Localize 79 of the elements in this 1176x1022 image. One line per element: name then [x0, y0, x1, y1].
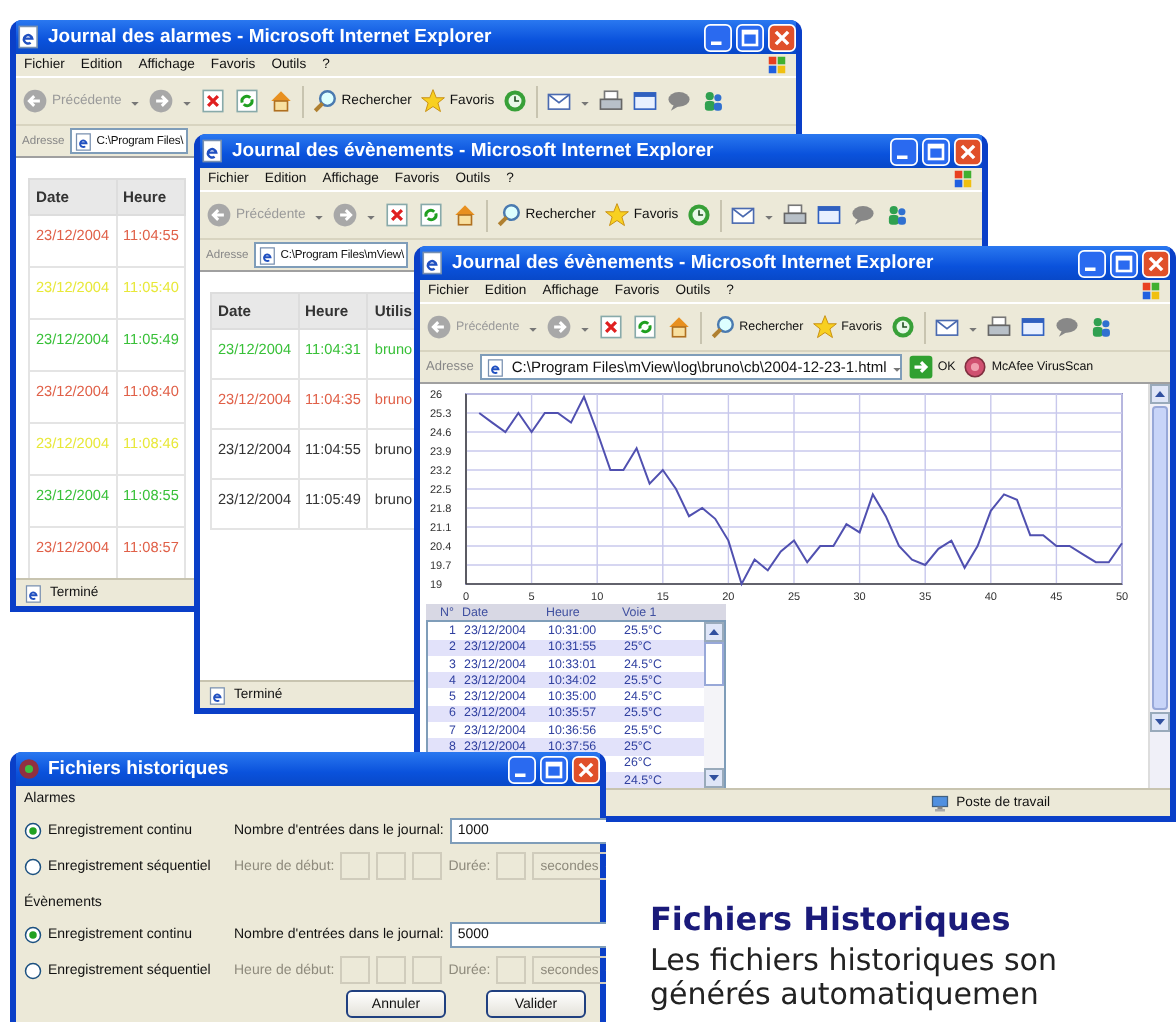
maximize-button[interactable] — [1110, 249, 1138, 277]
window-title: Journal des évènements - Microsoft Internet Explorer — [232, 140, 716, 162]
print-button[interactable] — [782, 202, 809, 228]
history-button[interactable] — [686, 202, 713, 228]
close-button[interactable] — [768, 23, 796, 51]
page-icon — [24, 583, 44, 603]
minimize-button[interactable] — [890, 137, 918, 165]
home-button[interactable] — [267, 88, 294, 114]
forward-button[interactable] — [331, 202, 358, 228]
search-icon — [311, 88, 338, 114]
page-icon — [420, 250, 446, 276]
window-title: Journal des alarmes - Microsoft Internet Explorer — [48, 26, 494, 48]
discuss-button[interactable] — [850, 202, 877, 228]
maximize-button[interactable] — [922, 137, 950, 165]
page-icon — [258, 245, 279, 265]
scroll-thumb[interactable] — [1152, 406, 1168, 710]
edit-button[interactable] — [1019, 314, 1046, 340]
scroll-bar[interactable] — [1148, 384, 1170, 788]
home-button[interactable] — [665, 314, 692, 340]
window-title: Fichiers historiques — [48, 758, 231, 780]
body-text: Les fichiers historiques son générés automatiquemen — [650, 944, 1059, 1012]
star-icon — [419, 88, 446, 114]
app-icon — [16, 756, 42, 782]
history-button[interactable] — [889, 314, 916, 340]
print-button[interactable] — [598, 88, 625, 114]
windows-flag-icon — [952, 168, 974, 190]
print-button[interactable] — [985, 314, 1012, 340]
forward-button[interactable] — [147, 88, 174, 114]
radio-button[interactable] — [24, 925, 42, 943]
close-button[interactable] — [1142, 249, 1170, 277]
star-icon — [811, 314, 838, 340]
scroll-bar[interactable] — [704, 622, 724, 788]
discuss-button[interactable] — [666, 88, 693, 114]
computer-icon — [930, 793, 951, 813]
shield-icon — [961, 354, 988, 380]
edit-button[interactable] — [632, 88, 659, 114]
section-heading: Fichiers Historiques — [650, 900, 1013, 938]
page-icon — [74, 131, 95, 151]
left-arrow-icon — [206, 202, 232, 228]
page-icon — [208, 685, 228, 705]
search-icon — [709, 314, 736, 340]
minimize-button[interactable] — [704, 23, 732, 51]
left-arrow-icon — [22, 88, 48, 114]
mail-button[interactable] — [730, 202, 757, 228]
window-title: Journal des évènements - Microsoft Internet Explorer — [452, 252, 936, 274]
star-icon — [603, 202, 630, 228]
minimize-button[interactable] — [1078, 249, 1106, 277]
mail-button[interactable] — [546, 88, 573, 114]
page-icon — [200, 138, 226, 164]
refresh-button[interactable] — [417, 202, 444, 228]
close-button[interactable] — [954, 137, 982, 165]
discuss-button[interactable] — [1053, 314, 1080, 340]
search-icon — [495, 202, 522, 228]
messenger-button[interactable] — [1087, 314, 1114, 340]
home-button[interactable] — [451, 202, 478, 228]
maximize-button[interactable] — [736, 23, 764, 51]
refresh-button[interactable] — [631, 314, 658, 340]
refresh-button[interactable] — [233, 88, 260, 114]
scroll-down-arrow-icon[interactable] — [704, 768, 724, 788]
page-icon — [16, 24, 42, 50]
left-arrow-icon — [426, 314, 452, 340]
stop-button[interactable] — [597, 314, 624, 340]
stop-button[interactable] — [383, 202, 410, 228]
scroll-thumb[interactable] — [704, 642, 724, 687]
history-button[interactable] — [502, 88, 529, 114]
minimize-button[interactable] — [508, 755, 536, 783]
stop-button[interactable] — [199, 88, 226, 114]
arrow-icon — [907, 354, 934, 380]
close-button[interactable] — [572, 755, 600, 783]
page-icon — [485, 357, 506, 377]
mail-button[interactable] — [933, 314, 960, 340]
messenger-button[interactable] — [700, 88, 727, 114]
edit-button[interactable] — [816, 202, 843, 228]
forward-button[interactable] — [545, 314, 572, 340]
radio-button[interactable] — [24, 821, 42, 839]
windows-flag-icon — [766, 54, 788, 76]
windows-flag-icon — [1140, 280, 1162, 302]
maximize-button[interactable] — [540, 755, 568, 783]
messenger-button[interactable] — [884, 202, 911, 228]
